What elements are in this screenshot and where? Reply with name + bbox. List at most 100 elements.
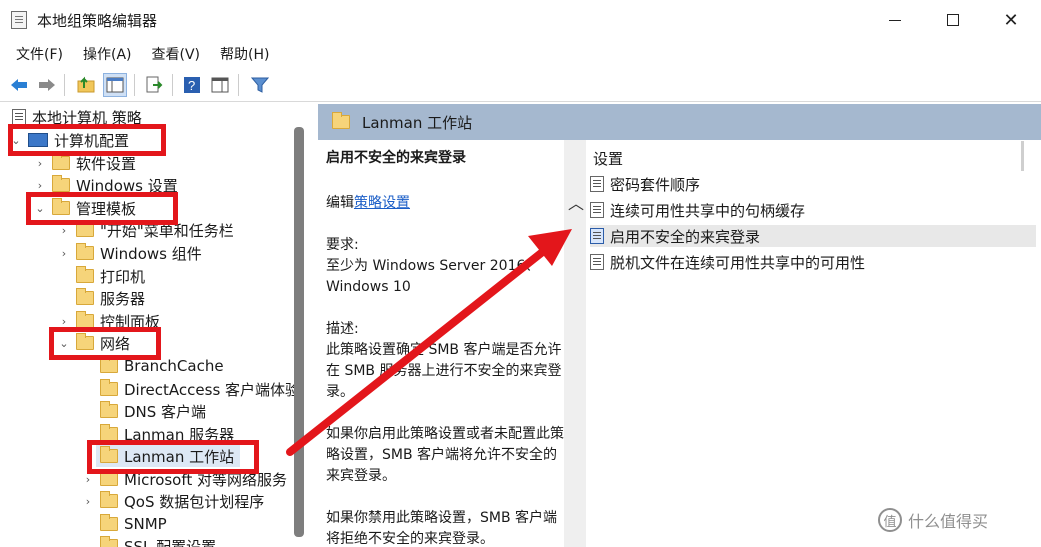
- tree-item-branchcache[interactable]: BranchCache: [100, 355, 224, 377]
- tree-item-label: Lanman 服务器: [124, 425, 235, 444]
- tree-item-label: 管理模板: [76, 199, 137, 218]
- edit-policy-link[interactable]: 策略设置: [354, 195, 410, 211]
- chevron-down-icon: ⌄: [35, 201, 45, 215]
- enabled-text: 如果你启用此策略设置或者未配置此策略设置，SMB 客户端将允许不安全的来宾登录。: [326, 426, 564, 484]
- folder-icon: [100, 536, 118, 547]
- menu-help[interactable]: 帮助(H): [212, 44, 277, 64]
- policy-setting-icon: [590, 254, 604, 270]
- tree-item-label: 控制面板: [100, 312, 161, 331]
- toolbar-separator: [64, 74, 65, 96]
- toolbar-separator: [172, 74, 173, 96]
- menu-bar: 文件(F) 操作(A) 查看(V) 帮助(H): [0, 40, 1041, 68]
- tree-item-start-menu[interactable]: › "开始"菜单和任务栏: [58, 219, 234, 241]
- setting-label: 脱机文件在连续可用性共享中的可用性: [610, 253, 866, 272]
- folder-icon: [76, 243, 94, 260]
- chevron-right-icon: ›: [85, 494, 91, 508]
- settings-pane: 设置 密码套件顺序 连续可用性共享中的句柄缓存 启用不安全的来宾登录 脱机文件在…: [586, 140, 1041, 547]
- tree-item-printers[interactable]: 打印机: [76, 265, 145, 287]
- description-text: 此策略设置确定 SMB 客户端是否允许在 SMB 服务器上进行不安全的来宾登录。: [326, 342, 562, 400]
- window-title: 本地组策略编辑器: [37, 12, 158, 30]
- edit-line: 编辑策略设置: [326, 195, 410, 211]
- properties-icon[interactable]: [208, 73, 232, 97]
- folder-icon: [100, 491, 118, 508]
- details-header-title: Lanman 工作站: [362, 113, 473, 132]
- tree-item-lanman-server[interactable]: Lanman 服务器: [100, 423, 234, 445]
- chevron-down-icon: ⌄: [11, 133, 21, 147]
- tree-item-label: DirectAccess 客户端体验: [124, 380, 301, 399]
- minimize-button[interactable]: [872, 0, 918, 40]
- tree-root[interactable]: 本地计算机 策略: [12, 106, 142, 128]
- tree-item-label: BranchCache: [124, 357, 224, 375]
- description-pane: 启用不安全的来宾登录 编辑策略设置 要求: 至少为 Windows Server…: [318, 140, 564, 547]
- pane-divider[interactable]: ︿: [564, 140, 586, 547]
- folder-icon: [100, 356, 118, 373]
- chevron-right-icon: ›: [37, 156, 43, 170]
- tree-item-server[interactable]: 服务器: [76, 287, 145, 309]
- tree-item-computer-config[interactable]: ⌄ 计算机配置: [10, 129, 129, 151]
- policy-root-icon: [12, 109, 26, 125]
- folder-icon: [76, 288, 94, 305]
- tree-item-windows-settings[interactable]: › Windows 设置: [34, 174, 178, 196]
- setting-row[interactable]: 连续可用性共享中的句柄缓存: [590, 199, 1036, 221]
- close-button[interactable]: ✕: [988, 0, 1034, 40]
- tree-item-label: SSL 配置设置: [124, 537, 217, 547]
- watermark-badge: 值: [878, 508, 902, 532]
- policy-setting-icon: [590, 176, 604, 192]
- folder-icon: [76, 311, 94, 328]
- tree-item-label: 计算机配置: [54, 131, 130, 150]
- folder-icon: [100, 446, 118, 463]
- tree-item-control-panel[interactable]: › 控制面板: [58, 310, 160, 332]
- toolbar-separator: [134, 74, 135, 96]
- setting-row-selected[interactable]: 启用不安全的来宾登录: [590, 225, 1036, 247]
- filter-icon[interactable]: [248, 73, 272, 97]
- menu-action[interactable]: 操作(A): [75, 44, 140, 64]
- tree-item-qos[interactable]: › QoS 数据包计划程序: [82, 490, 264, 512]
- tree-item-windows-components[interactable]: › Windows 组件: [58, 242, 202, 264]
- setting-label: 连续可用性共享中的句柄缓存: [610, 201, 806, 220]
- navigation-tree: 本地计算机 策略 ⌄ 计算机配置 › 软件设置 › Windows 设置 ⌄ 管…: [0, 103, 314, 547]
- menu-view[interactable]: 查看(V): [144, 44, 209, 64]
- settings-scrollbar[interactable]: [1021, 141, 1024, 171]
- setting-row[interactable]: 密码套件顺序: [590, 173, 1036, 195]
- requirement-text: 至少为 Windows Server 2016、Windows 10: [326, 258, 540, 295]
- chevron-right-icon: ›: [61, 314, 67, 328]
- tree-item-label: 打印机: [100, 267, 146, 286]
- close-icon: ✕: [1003, 9, 1019, 31]
- menu-file[interactable]: 文件(F): [8, 44, 71, 64]
- tree-item-admin-templates[interactable]: ⌄ 管理模板: [34, 197, 136, 219]
- setting-row[interactable]: 脱机文件在连续可用性共享中的可用性: [590, 251, 1036, 273]
- back-arrow-icon[interactable]: [7, 73, 31, 97]
- chevron-right-icon: ›: [37, 178, 43, 192]
- tree-scrollbar[interactable]: [294, 127, 304, 537]
- toolbar: ?: [0, 68, 1041, 102]
- forward-arrow-icon[interactable]: [35, 73, 59, 97]
- policy-editor-icon: [11, 11, 27, 29]
- up-folder-icon[interactable]: [74, 73, 98, 97]
- folder-icon: [100, 424, 118, 441]
- show-tree-icon[interactable]: [103, 73, 127, 97]
- export-list-icon[interactable]: [142, 73, 166, 97]
- help-icon[interactable]: ?: [180, 73, 204, 97]
- tree-item-snmp[interactable]: SNMP: [100, 513, 167, 535]
- chevron-down-icon: ⌄: [59, 336, 69, 350]
- folder-icon: [52, 175, 70, 192]
- tree-item-directaccess[interactable]: DirectAccess 客户端体验: [100, 378, 300, 400]
- tree-item-microsoft-p2p[interactable]: › Microsoft 对等网络服务: [82, 468, 287, 490]
- chevron-up-icon[interactable]: ︿: [568, 190, 584, 214]
- toolbar-separator: [238, 74, 239, 96]
- details-header: Lanman 工作站: [318, 104, 1041, 140]
- folder-icon: [52, 153, 70, 170]
- tree-item-software-settings[interactable]: › 软件设置: [34, 152, 136, 174]
- tree-item-label: SNMP: [124, 515, 167, 533]
- minimize-icon: [889, 19, 901, 21]
- maximize-icon: [947, 14, 959, 26]
- settings-column-header[interactable]: 设置: [593, 148, 623, 169]
- tree-item-lanman-workstation[interactable]: Lanman 工作站: [96, 445, 241, 467]
- tree-item-label: Windows 设置: [76, 176, 178, 195]
- maximize-button[interactable]: [930, 0, 976, 40]
- policy-setting-icon: [590, 202, 604, 218]
- tree-item-ssl-config[interactable]: SSL 配置设置: [100, 535, 216, 547]
- tree-item-network[interactable]: ⌄ 网络: [58, 332, 130, 354]
- tree-item-dns-client[interactable]: DNS 客户端: [100, 400, 206, 422]
- tree-item-label: Microsoft 对等网络服务: [124, 470, 288, 489]
